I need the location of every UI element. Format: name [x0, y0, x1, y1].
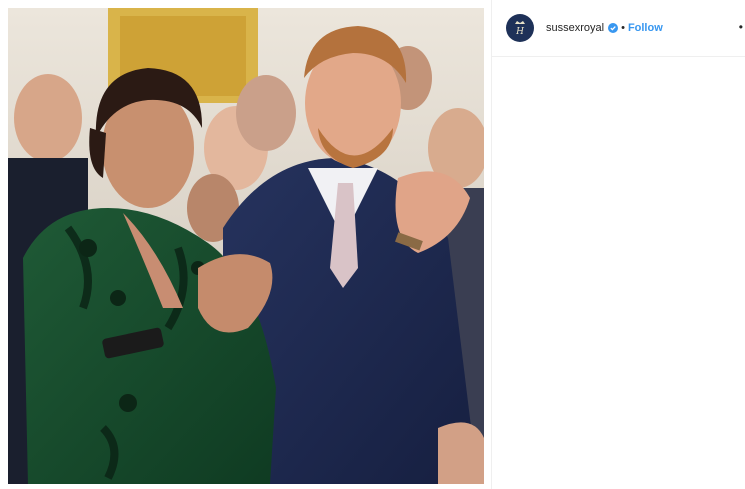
- separator-dot: •: [621, 22, 625, 34]
- column-divider: [491, 0, 492, 489]
- instagram-post: H sussexroyal • Follow •: [0, 0, 745, 489]
- couple-clapping-photo: [8, 8, 484, 484]
- post-header: H sussexroyal • Follow •: [492, 0, 745, 57]
- profile-avatar[interactable]: H: [506, 14, 534, 42]
- follow-button[interactable]: Follow: [628, 21, 663, 35]
- verified-badge-icon: [608, 23, 619, 33]
- more-options-icon[interactable]: •: [739, 20, 743, 34]
- royal-cypher-icon: H: [515, 21, 525, 37]
- post-photo[interactable]: [8, 8, 484, 484]
- svg-text:H: H: [515, 27, 524, 37]
- header-user-line: sussexroyal • Follow: [546, 21, 663, 35]
- username-link[interactable]: sussexroyal: [546, 21, 604, 35]
